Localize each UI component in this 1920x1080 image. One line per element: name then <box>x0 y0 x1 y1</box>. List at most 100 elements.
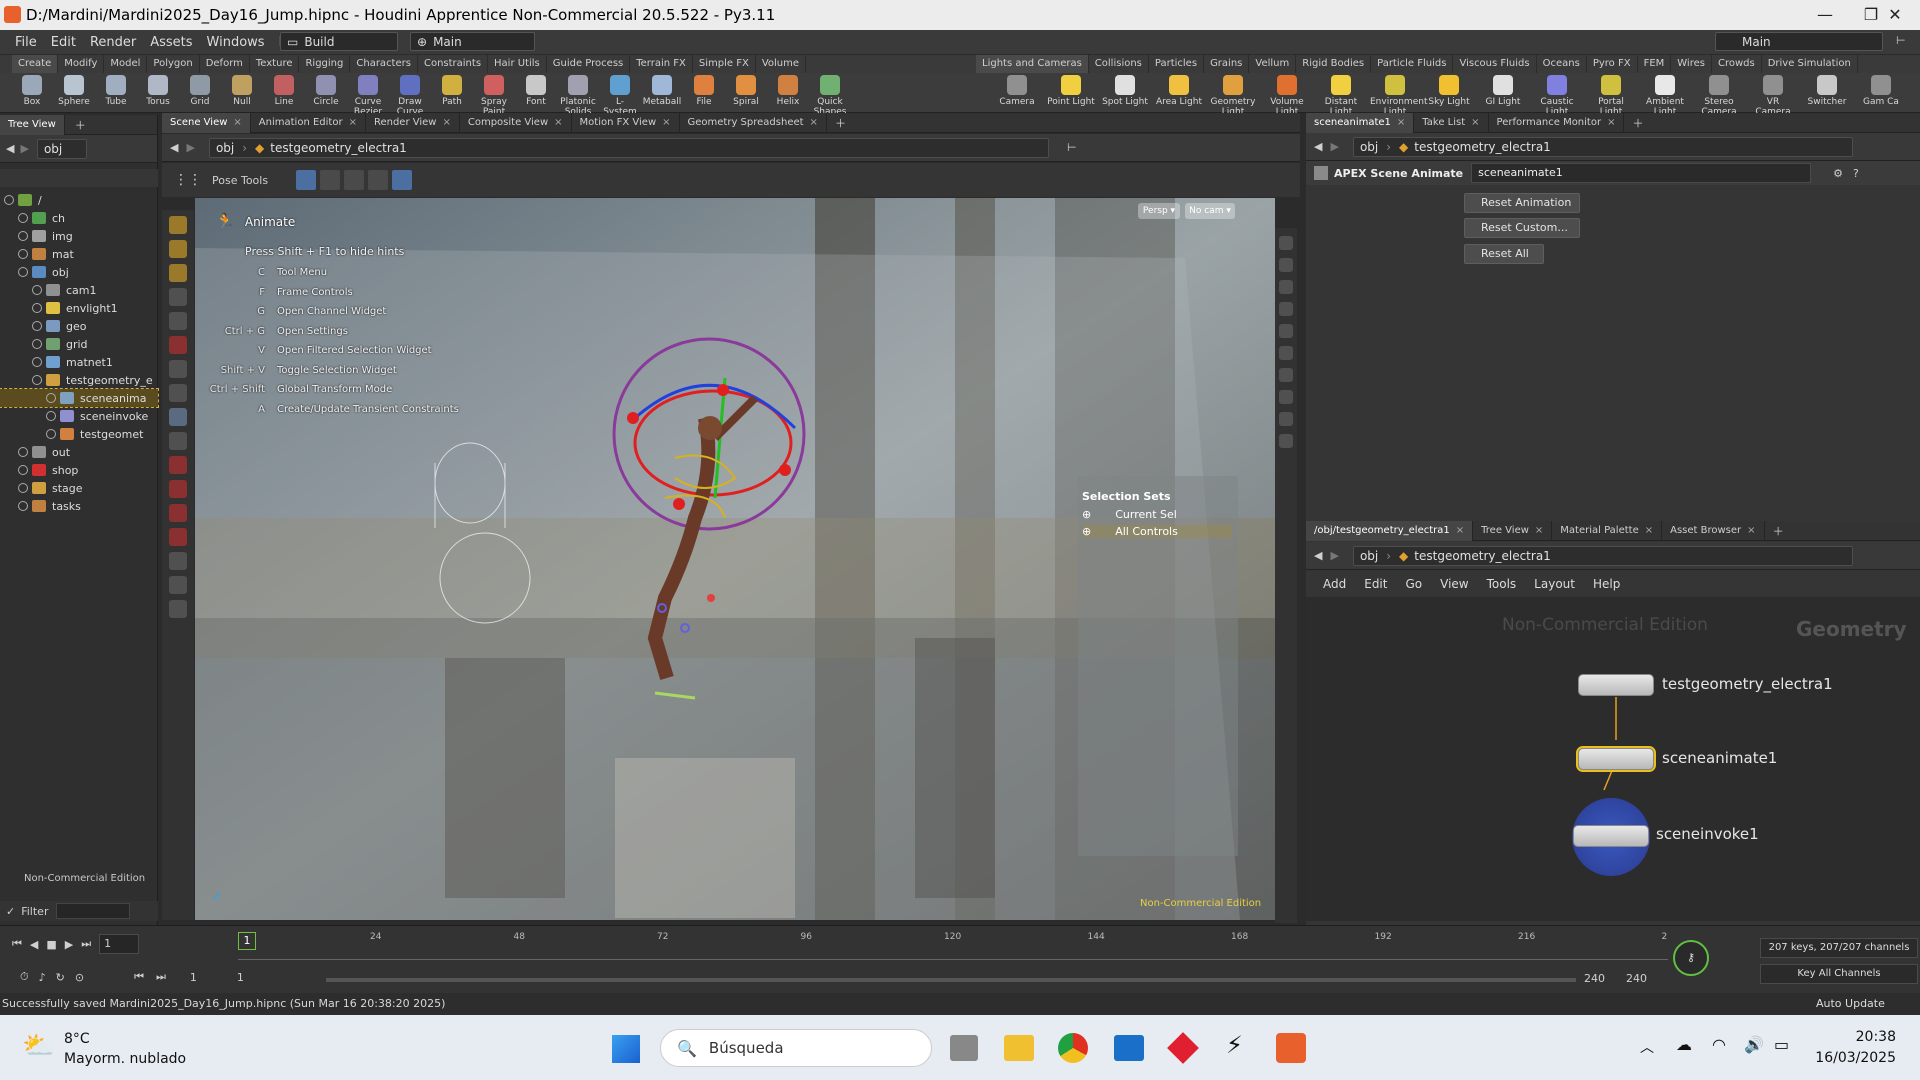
info-icon[interactable] <box>1279 434 1293 448</box>
expand-toggle-icon[interactable] <box>18 465 28 475</box>
tab-composite-view[interactable]: Composite View × <box>460 112 572 133</box>
orbit-tool-icon[interactable] <box>169 600 187 618</box>
houdini-taskbar-icon[interactable] <box>1276 1033 1306 1063</box>
shelf-tab-viscous-fluids[interactable]: Viscous Fluids <box>1453 55 1537 73</box>
reset-animation-button[interactable]: Reset Animation <box>1464 193 1580 213</box>
pin-icon[interactable]: ⊢ <box>1896 34 1906 47</box>
last-frame-icon[interactable]: ⏭ <box>81 937 91 951</box>
shelf-tab-create[interactable]: Create <box>12 55 59 73</box>
tree-item-obj[interactable]: obj <box>0 263 158 281</box>
tree-item-mat[interactable]: mat <box>0 245 158 263</box>
shelf-tab-crowds[interactable]: Crowds <box>1712 55 1762 73</box>
add-tab-icon[interactable]: ＋ <box>1773 523 1784 539</box>
shelf-tab-particle-fluids[interactable]: Particle Fluids <box>1371 55 1454 73</box>
shelf-tab-drive-simulation[interactable]: Drive Simulation <box>1762 55 1858 73</box>
snap-toggle-icon[interactable] <box>1279 412 1293 426</box>
pose-tool-constraint-icon[interactable] <box>392 170 413 190</box>
rig-tool-icon[interactable] <box>169 360 187 378</box>
gear-icon[interactable]: ⚙ <box>1833 167 1843 180</box>
shelf-tool-grid[interactable]: Grid <box>180 75 220 107</box>
tree-item-img[interactable]: img <box>0 227 158 245</box>
shelf-tool-vr-camera[interactable]: VR Camera <box>1748 75 1798 117</box>
shelf-tool-volume-light[interactable]: Volume Light <box>1262 75 1312 117</box>
expand-toggle-icon[interactable] <box>18 483 28 493</box>
target-tool-icon[interactable] <box>169 576 187 594</box>
forward-arrow-icon[interactable]: ▶ <box>1330 549 1338 562</box>
tree-item-envlight1[interactable]: envlight1 <box>0 299 158 317</box>
reset-custom-button[interactable]: Reset Custom... <box>1464 218 1580 238</box>
add-tab-icon[interactable]: ＋ <box>835 115 846 131</box>
outlook-icon[interactable] <box>1114 1035 1144 1061</box>
pin-icon[interactable]: ⊢ <box>1067 141 1077 154</box>
help-icon[interactable]: ? <box>1853 167 1859 180</box>
lasso-tool-icon[interactable] <box>169 240 187 258</box>
pose-tool-rotate-icon[interactable] <box>344 170 365 190</box>
selection-set-current[interactable]: ⊕ Current Sel <box>1082 508 1177 521</box>
expand-toggle-icon[interactable] <box>32 285 42 295</box>
tree-item-stage[interactable]: stage <box>0 479 158 497</box>
shelf-tool-tube[interactable]: Tube <box>96 75 136 107</box>
expand-icon[interactable]: ⊕ <box>1082 508 1091 521</box>
close-tab-icon[interactable]: × <box>1456 525 1464 536</box>
weather-icon[interactable]: ⛅ <box>22 1031 54 1061</box>
play-icon[interactable]: ▶ <box>65 938 73 951</box>
onedrive-icon[interactable]: ☁ <box>1676 1035 1692 1054</box>
range-end[interactable]: 240 <box>1584 972 1605 985</box>
back-arrow-icon[interactable]: ◀ <box>1314 140 1322 153</box>
shelf-tool-font[interactable]: Font <box>516 75 556 107</box>
tray-chevron-icon[interactable]: ︿ <box>1640 1037 1654 1057</box>
desktop-main-select[interactable]: ⊕ Main <box>410 32 535 51</box>
forward-arrow-icon[interactable]: ▶ <box>1330 140 1338 153</box>
close-tab-icon[interactable]: × <box>349 117 357 128</box>
tree-item-tasks[interactable]: tasks <box>0 497 158 515</box>
shelf-tool-torus[interactable]: Torus <box>138 75 178 107</box>
tree-item-sceneinvoke[interactable]: sceneinvoke <box>0 407 158 425</box>
grid-menu-icon[interactable]: ⋮⋮ <box>174 172 202 188</box>
expand-toggle-icon[interactable] <box>32 375 42 385</box>
close-tab-icon[interactable]: × <box>442 117 450 128</box>
range-end-2[interactable]: 240 <box>1626 972 1647 985</box>
tab-take-list[interactable]: Take List × <box>1414 112 1489 133</box>
shelf-tool-curve-bezier[interactable]: Curve Bezier <box>348 75 388 117</box>
persp-menu[interactable]: Persp ▾ <box>1138 203 1180 219</box>
camera-menu[interactable]: No cam ▾ <box>1185 203 1235 219</box>
shelf-tab-texture[interactable]: Texture <box>250 55 300 73</box>
selection-set-all[interactable]: ⊕ All Controls <box>1082 525 1232 538</box>
stop-icon[interactable]: ■ <box>46 938 56 951</box>
camera-tool-icon[interactable] <box>169 552 187 570</box>
clock-time[interactable]: 20:38 <box>1840 1029 1896 1045</box>
step-back-icon[interactable]: ⏮ <box>134 970 144 984</box>
expand-toggle-icon[interactable] <box>18 249 28 259</box>
display-options-icon[interactable] <box>1279 236 1293 250</box>
network-menu-layout[interactable]: Layout <box>1525 577 1584 591</box>
shelf-tool-spiral[interactable]: Spiral <box>726 75 766 107</box>
lock-tool-icon[interactable] <box>169 312 187 330</box>
grid-toggle-icon[interactable] <box>1279 390 1293 404</box>
magnet-tool-2-icon[interactable] <box>169 480 187 498</box>
desktop-build-select[interactable]: ▭ Build <box>280 32 398 51</box>
file-explorer-icon[interactable] <box>1004 1035 1034 1061</box>
pose-tool-icon[interactable] <box>169 336 187 354</box>
wireframe-icon[interactable] <box>1279 302 1293 316</box>
expand-icon[interactable]: ⊕ <box>1082 525 1091 538</box>
menu-assets[interactable]: Assets <box>143 35 199 50</box>
shelf-tab-pyro-fx[interactable]: Pyro FX <box>1587 55 1638 73</box>
expand-toggle-icon[interactable] <box>18 213 28 223</box>
shelf-tool-metaball[interactable]: Metaball <box>642 75 682 107</box>
lock-camera-icon[interactable] <box>1279 258 1293 272</box>
shelf-tool-distant-light[interactable]: Distant Light <box>1316 75 1366 117</box>
forward-arrow-icon[interactable]: ▶ <box>186 141 194 154</box>
parameter-path-field[interactable]: obj › ◆ testgeometry_electra1 <box>1352 136 1853 157</box>
tab-render-view[interactable]: Render View × <box>366 112 460 133</box>
shelf-tab-collisions[interactable]: Collisions <box>1089 55 1149 73</box>
tree-item-grid[interactable]: grid <box>0 335 158 353</box>
shelf-tool-path[interactable]: Path <box>432 75 472 107</box>
tree-item-cam1[interactable]: cam1 <box>0 281 158 299</box>
shelf-tool-gam-ca[interactable]: Gam Ca <box>1856 75 1906 107</box>
scene-viewport[interactable]: 🏃 Animate Press Shift + F1 to hide hints… <box>195 198 1275 920</box>
close-tab-icon[interactable]: × <box>810 117 818 128</box>
shelf-tool-quick-shapes[interactable]: Quick Shapes <box>810 75 850 117</box>
normals-icon[interactable] <box>1279 346 1293 360</box>
chrome-icon[interactable] <box>1058 1033 1088 1063</box>
close-tab-icon[interactable]: × <box>1471 117 1479 128</box>
